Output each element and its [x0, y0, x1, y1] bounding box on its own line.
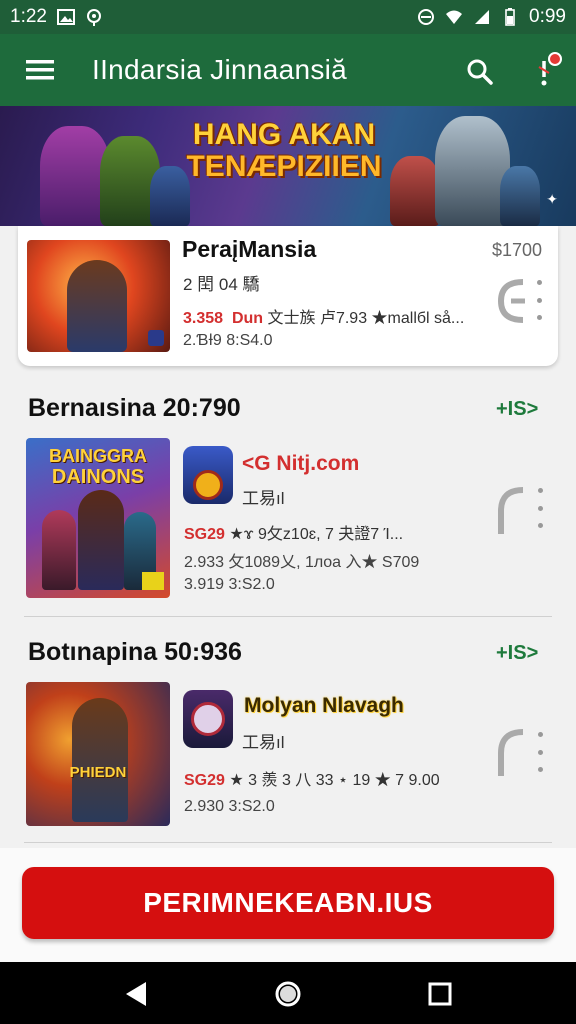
- section-title: Botınapina 50:936: [28, 638, 242, 666]
- featured-game-title: PeraįMansia: [182, 236, 317, 262]
- more-vert-icon[interactable]: [534, 280, 544, 320]
- app-icon-emblem: [191, 702, 225, 736]
- featured-meta-text: 文士族 卢7.93 ★mallбl så...: [267, 310, 465, 327]
- app-bar: IIndarsia Jinnaansiă: [0, 34, 576, 106]
- status-time-left: 1:22: [10, 6, 47, 27]
- game-meta: SG29 ★ 3 羨 3 八 33 ⋆ 19 ★ 7 9.00: [184, 766, 440, 790]
- signal-icon: [475, 10, 490, 24]
- game-rating: SG29: [184, 772, 225, 789]
- banner-hero-figure: [500, 166, 540, 226]
- wifi-icon: [446, 10, 463, 24]
- back-button[interactable]: [116, 974, 156, 1014]
- search-icon: [467, 59, 493, 85]
- featured-game-subtitle: 2 䦌 04 驕: [183, 275, 260, 294]
- banner-title: HANG AKAN TENÆPIZIIEN: [186, 120, 382, 182]
- menu-button[interactable]: [8, 34, 72, 106]
- game-app-icon[interactable]: [183, 446, 233, 504]
- thumbnail-title: PHIEDN: [69, 764, 127, 781]
- banner-title-line2: TENÆPIZIIEN: [186, 150, 382, 183]
- download-icon[interactable]: [495, 726, 529, 780]
- featured-tag: Dun: [231, 310, 264, 327]
- notification-button[interactable]: [524, 50, 564, 94]
- download-icon[interactable]: [495, 274, 529, 328]
- sparkle-icon: ✦: [546, 191, 558, 207]
- battery-icon: [505, 8, 515, 26]
- game-stats-2: 3.919 3:S2.0: [184, 576, 275, 593]
- location-notification-icon: [86, 9, 101, 26]
- search-button[interactable]: [458, 50, 502, 94]
- see-all-link[interactable]: +IS>: [496, 642, 538, 665]
- data-saver-icon: [418, 9, 435, 25]
- game-subtitle: 工易ıl: [242, 733, 285, 752]
- game-meta: SG29 ★ɤ 9攵z10ɛ, 7 夬證7 Ί...: [184, 520, 403, 544]
- hero-figure: [72, 698, 128, 822]
- featured-game-meta: 3.358 Dun 文士族 卢7.93 ★mallбl så...: [183, 304, 464, 328]
- game-stats: 2.930 3:S2.0: [184, 798, 275, 815]
- section-divider: [24, 842, 552, 843]
- app-title: IIndarsia Jinnaansiă: [92, 54, 348, 85]
- more-vert-icon[interactable]: [535, 732, 545, 772]
- see-all-link[interactable]: +IS>: [496, 398, 538, 421]
- game-rating: SG29: [184, 526, 225, 543]
- game-thumbnail[interactable]: PHIEDN: [26, 682, 170, 826]
- section-divider: [24, 616, 552, 617]
- thumbnail-badge: [148, 330, 164, 346]
- notification-badge: [548, 52, 562, 66]
- game-thumbnail[interactable]: BAINGGRA DAINONS: [26, 438, 170, 598]
- game-meta-text: ★ 3 羨 3 八 33 ⋆ 19 ★ 7 9.00: [229, 772, 440, 789]
- featured-game-price: $1700: [492, 240, 543, 260]
- recents-button[interactable]: [420, 974, 460, 1014]
- thumbnail-badge: [142, 572, 164, 590]
- featured-game-stats: 2.ƁƗ9 8:S4.0: [183, 332, 273, 349]
- game-brand: <G Nitj.com: [242, 452, 360, 475]
- game-app-icon[interactable]: [183, 690, 233, 748]
- home-button[interactable]: [268, 974, 308, 1014]
- banner-hero-figure: [150, 166, 190, 226]
- primary-cta-button[interactable]: PERIMNEKEABN.IUS: [22, 867, 554, 939]
- thumbnail-subtitle: DAINONS: [51, 466, 145, 488]
- hero-figure: [67, 260, 127, 352]
- hero-figure: [78, 490, 124, 590]
- more-vert-icon[interactable]: [535, 488, 545, 528]
- thumbnail-title: BAINGGRA: [49, 446, 147, 466]
- image-notification-icon: [56, 9, 75, 25]
- game-meta-text: ★ɤ 9攵z10ɛ, 7 夬證7 Ί...: [229, 526, 404, 543]
- promo-banner[interactable]: HANG AKAN TENÆPIZIIEN ✦: [0, 106, 576, 226]
- status-time-right: 0:99: [529, 6, 566, 27]
- back-icon: [126, 982, 146, 1006]
- game-brand: Molyan Nlavagh: [244, 694, 404, 717]
- featured-game-thumbnail[interactable]: [27, 240, 170, 352]
- game-stats: 2.933 攵1089乂, 1лoa 入★ S709: [184, 554, 420, 571]
- status-bar: 1:22 0:99: [0, 0, 576, 34]
- hero-figure: [42, 510, 76, 590]
- section-title: Bernaısina 20:790: [28, 394, 241, 422]
- featured-game-card[interactable]: PeraįMansia 2 䦌 04 驕 3.358 Dun 文士族 卢7.93…: [18, 226, 558, 366]
- system-nav-bar: [0, 962, 576, 1024]
- banner-hero-figure: [435, 116, 510, 226]
- menu-icon: [26, 60, 54, 80]
- banner-title-line1: HANG AKAN: [192, 118, 376, 151]
- game-subtitle: 工易ıl: [242, 489, 285, 508]
- download-icon[interactable]: [495, 484, 529, 538]
- app-icon-emblem: [193, 470, 223, 500]
- home-icon: [275, 981, 301, 1007]
- banner-hero-figure: [390, 156, 440, 226]
- recents-icon: [428, 982, 452, 1006]
- featured-rating: 3.358: [183, 310, 224, 327]
